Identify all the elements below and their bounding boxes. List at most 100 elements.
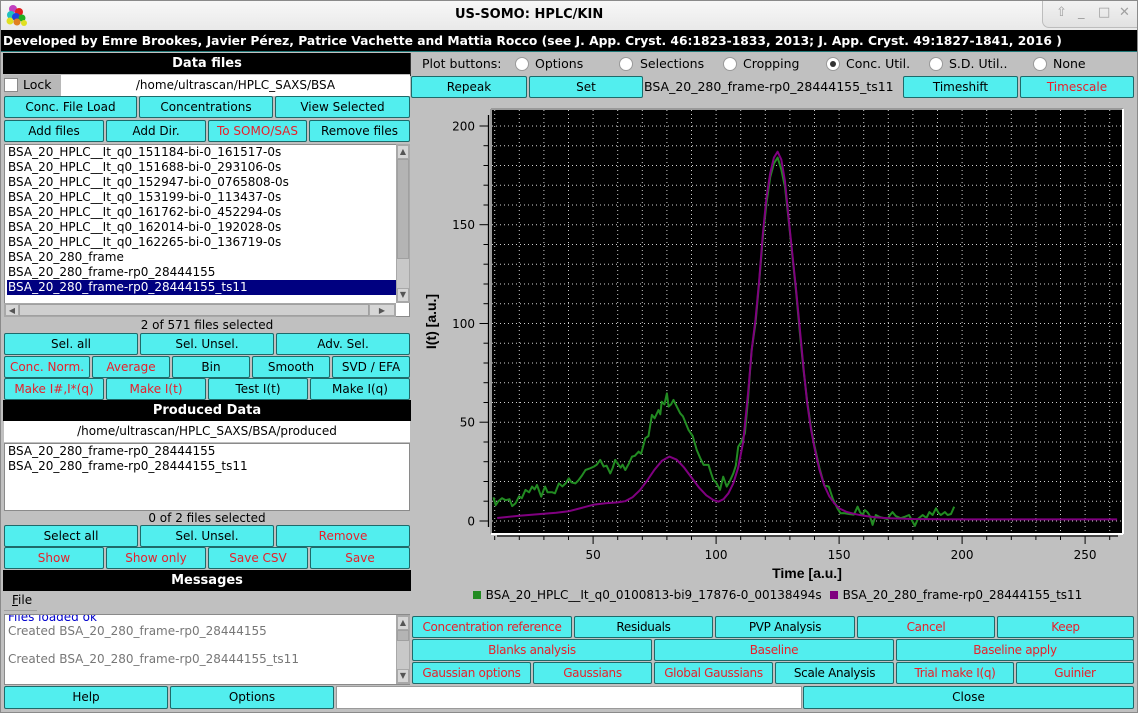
messages-scrollbar[interactable]: ▲ ▼ <box>396 615 410 684</box>
files-vertical-scrollbar[interactable]: ▲ ▼ <box>396 144 410 303</box>
file-list-item[interactable]: BSA_20_HPLC__It_q0_162265-bi-0_136719-0s <box>7 235 281 250</box>
scroll-thumb[interactable] <box>397 159 409 259</box>
minimize-icon[interactable]: _ <box>1078 5 1085 20</box>
close-button[interactable]: Close <box>803 686 1134 709</box>
adv-sel-button[interactable]: Adv. Sel. <box>276 333 410 355</box>
scroll-thumb[interactable] <box>19 304 369 316</box>
options-button[interactable]: Options <box>170 686 334 709</box>
maximize-icon[interactable]: □ <box>1098 5 1110 20</box>
test-it-button[interactable]: Test I(t) <box>208 378 308 400</box>
shade-icon[interactable]: ⇧ <box>1056 5 1067 20</box>
radio-selections[interactable] <box>619 57 633 71</box>
scroll-up-icon[interactable]: ▲ <box>397 145 409 159</box>
save-csv-button[interactable]: Save CSV <box>208 547 308 569</box>
add-files-button[interactable]: Add files <box>4 120 104 142</box>
pvp-analysis-button[interactable]: PVP Analysis <box>715 616 855 638</box>
help-button[interactable]: Help <box>4 686 168 709</box>
blanks-analysis-button[interactable]: Blanks analysis <box>412 639 652 661</box>
scroll-down-icon[interactable]: ▼ <box>397 288 409 302</box>
scroll-thumb[interactable] <box>397 630 409 641</box>
radio-none-label[interactable]: None <box>1053 56 1086 71</box>
chart-plot[interactable]: 0 50 100 150 200 50 100 150 200 250 Time [a.u.] I(t… <box>411 100 1136 585</box>
repeak-button[interactable]: Repeak <box>411 76 527 98</box>
keep-button[interactable]: Keep <box>997 616 1134 638</box>
legend-label[interactable]: BSA_20_HPLC__It_q0_0100813-bi9_17876-0_0… <box>486 588 822 602</box>
files-horizontal-scrollbar[interactable]: ◀ ▶ <box>4 303 396 317</box>
baseline-apply-button[interactable]: Baseline apply <box>896 639 1134 661</box>
bin-button[interactable]: Bin <box>172 356 250 378</box>
produced-path: /home/ultrascan/HPLC_SAXS/BSA/produced <box>4 421 410 442</box>
concentrations-button[interactable]: Concentrations <box>139 96 273 118</box>
baseline-button[interactable]: Baseline <box>654 639 894 661</box>
gaussians-button[interactable]: Gaussians <box>533 662 652 684</box>
average-button[interactable]: Average <box>92 356 170 378</box>
radio-selections-label[interactable]: Selections <box>640 56 704 71</box>
scroll-left-icon[interactable]: ◀ <box>5 304 19 316</box>
lock-checkbox[interactable] <box>4 78 18 92</box>
produced-remove-button[interactable]: Remove <box>276 525 410 547</box>
produced-sel-unsel-button[interactable]: Sel. Unsel. <box>140 525 274 547</box>
show-button[interactable]: Show <box>4 547 104 569</box>
scroll-down-icon[interactable]: ▼ <box>397 669 409 683</box>
make-iq-button[interactable]: Make I(q) <box>310 378 410 400</box>
add-dir-button[interactable]: Add Dir. <box>106 120 206 142</box>
scroll-right-icon[interactable]: ▶ <box>369 304 395 316</box>
file-list-item[interactable]: BSA_20_280_frame-rp0_28444155_ts11 <box>7 280 397 295</box>
concentration-reference-button[interactable]: Concentration reference <box>412 616 572 638</box>
sel-unsel-button[interactable]: Sel. Unsel. <box>140 333 274 355</box>
svd-efa-button[interactable]: SVD / EFA <box>332 356 410 378</box>
file-list-item[interactable]: BSA_20_280_frame-rp0_28444155 <box>7 265 215 280</box>
guinier-button[interactable]: Guinier <box>1016 662 1134 684</box>
window-controls: ⇧ _ □ ✕ <box>1042 0 1138 28</box>
save-button[interactable]: Save <box>310 547 410 569</box>
global-gaussians-button[interactable]: Global Gaussians <box>654 662 773 684</box>
close-icon[interactable]: ✕ <box>1119 5 1130 20</box>
file-list-item[interactable]: BSA_20_HPLC__It_q0_151688-bi-0_293106-0s <box>7 160 281 175</box>
file-list-item[interactable]: BSA_20_HPLC__It_q0_151184-bi-0_161517-0s <box>7 145 281 160</box>
file-list-item[interactable]: BSA_20_HPLC__It_q0_152947-bi-0_0765808-0… <box>7 175 289 190</box>
produced-list-item[interactable]: BSA_20_280_frame-rp0_28444155_ts11 <box>7 459 248 474</box>
radio-conc-util-label[interactable]: Conc. Util. <box>846 56 910 71</box>
radio-none[interactable] <box>1033 57 1047 71</box>
produced-files-list[interactable]: BSA_20_280_frame-rp0_28444155 BSA_20_280… <box>4 443 410 511</box>
gaussian-options-button[interactable]: Gaussian options <box>412 662 531 684</box>
file-menu[interactable]: File <box>12 593 32 607</box>
data-files-header: Data files <box>3 53 411 74</box>
timeshift-button[interactable]: Timeshift <box>903 76 1018 98</box>
radio-sd-util[interactable] <box>929 57 943 71</box>
residuals-button[interactable]: Residuals <box>574 616 713 638</box>
legend-label[interactable]: BSA_20_280_frame-rp0_28444155_ts11 <box>843 588 1083 602</box>
radio-sd-util-label[interactable]: S.D. Util.. <box>949 56 1007 71</box>
y-tick-label: 50 <box>460 416 475 430</box>
radio-cropping-label[interactable]: Cropping <box>743 56 799 71</box>
timescale-button[interactable]: Timescale <box>1020 76 1134 98</box>
cancel-button[interactable]: Cancel <box>857 616 995 638</box>
produced-list-item[interactable]: BSA_20_280_frame-rp0_28444155 <box>7 444 215 459</box>
radio-cropping[interactable] <box>723 57 737 71</box>
scroll-up-icon[interactable]: ▲ <box>397 616 409 630</box>
radio-options-label[interactable]: Options <box>535 56 583 71</box>
make-it-button[interactable]: Make I(t) <box>106 378 206 400</box>
conc-file-load-button[interactable]: Conc. File Load <box>4 96 137 118</box>
scale-analysis-button[interactable]: Scale Analysis <box>775 662 894 684</box>
status-input[interactable] <box>336 686 802 709</box>
file-list-item[interactable]: BSA_20_HPLC__It_q0_162014-bi-0_192028-0s <box>7 220 281 235</box>
make-ihash-button[interactable]: Make I#,I*(q) <box>4 378 104 400</box>
produced-select-all-button[interactable]: Select all <box>4 525 138 547</box>
conc-norm-button[interactable]: Conc. Norm. <box>4 356 90 378</box>
file-list-item[interactable]: BSA_20_HPLC__It_q0_153199-bi-0_113437-0s <box>7 190 281 205</box>
file-list-item[interactable]: BSA_20_HPLC__It_q0_161762-bi-0_452294-0s <box>7 205 281 220</box>
show-only-button[interactable]: Show only <box>106 547 206 569</box>
sel-all-button[interactable]: Sel. all <box>4 333 138 355</box>
data-files-list[interactable]: BSA_20_HPLC__It_q0_151184-bi-0_161517-0s… <box>4 144 410 317</box>
smooth-button[interactable]: Smooth <box>252 356 330 378</box>
radio-options[interactable] <box>515 57 529 71</box>
messages-text-area[interactable]: Files loaded ok Created BSA_20_280_frame… <box>4 614 410 685</box>
trial-make-iq-button[interactable]: Trial make I(q) <box>896 662 1014 684</box>
set-button[interactable]: Set <box>529 76 643 98</box>
view-selected-button[interactable]: View Selected <box>275 96 410 118</box>
radio-conc-util[interactable] <box>826 57 840 71</box>
file-list-item[interactable]: BSA_20_280_frame <box>7 250 124 265</box>
to-somo-sas-button[interactable]: To SOMO/SAS <box>208 120 307 142</box>
remove-files-button[interactable]: Remove files <box>309 120 410 142</box>
